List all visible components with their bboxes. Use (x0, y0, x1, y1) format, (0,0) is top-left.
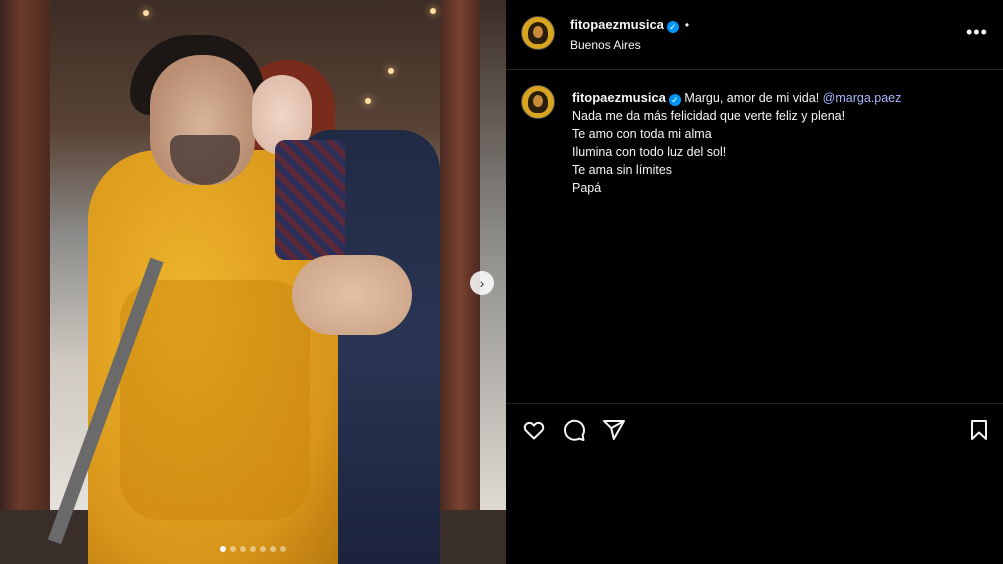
photo-coat-shade (120, 280, 310, 520)
header-separator: • (684, 18, 690, 32)
location-link[interactable]: Buenos Aires (570, 38, 641, 52)
action-bar (506, 403, 1003, 456)
share-icon[interactable] (602, 418, 626, 447)
carousel-next-button[interactable]: › (470, 271, 494, 295)
carousel-dots (0, 546, 506, 552)
caption-first-line: fitopaezmusica ✓ Margu, amor de mi vida! … (572, 89, 982, 107)
carousel-dot (260, 546, 266, 552)
caption-line: Te ama sin límites (572, 163, 673, 177)
post-panel: fitopaezmusica ✓ • Buenos Aires ••• fitopa… (506, 0, 1003, 564)
carousel-dot (230, 546, 236, 552)
caption-line1-text: Margu, amor de mi vida! (684, 91, 820, 105)
photo-light (430, 8, 436, 14)
carousel-dot (220, 546, 226, 552)
comment-icon[interactable] (562, 418, 586, 447)
caption-username[interactable]: fitopaezmusica (572, 90, 666, 105)
carousel-dot (240, 546, 246, 552)
photo-hands (292, 255, 412, 335)
avatar[interactable] (521, 16, 555, 50)
avatar-image-face (533, 26, 543, 38)
photo-light (143, 10, 149, 16)
more-options-icon[interactable]: ••• (966, 22, 988, 43)
caption-text: fitopaezmusica ✓ Margu, amor de mi vida! … (572, 89, 982, 197)
header-username[interactable]: fitopaezmusica (570, 17, 664, 32)
bookmark-icon[interactable] (967, 418, 991, 447)
caption-line: Ilumina con todo luz del sol! (572, 145, 727, 159)
heart-icon[interactable] (522, 418, 546, 447)
caption-line: Nada me da más felicidad que verte feliz… (572, 109, 846, 123)
caption-line: Te amo con toda mi alma (572, 127, 712, 141)
carousel-dot (270, 546, 276, 552)
verified-icon: ✓ (668, 94, 681, 106)
post-photo[interactable]: › (0, 0, 506, 564)
caption-avatar[interactable] (521, 85, 555, 119)
carousel-dot (250, 546, 256, 552)
header-user: fitopaezmusica ✓ • (570, 17, 689, 33)
photo-scarf (275, 140, 345, 260)
photo-light (365, 98, 371, 104)
verified-icon: ✓ (666, 21, 679, 33)
caption-line: Papá (572, 181, 602, 195)
photo-window-right (480, 0, 506, 520)
carousel-dot (280, 546, 286, 552)
photo-frame-left (0, 0, 50, 564)
post-header: fitopaezmusica ✓ • Buenos Aires ••• (506, 0, 1003, 70)
photo-light (388, 68, 394, 74)
avatar-image-face (533, 95, 543, 107)
caption-section: fitopaezmusica ✓ Margu, amor de mi vida! … (506, 69, 1003, 403)
mention-link[interactable]: @marga.paez (823, 91, 902, 105)
